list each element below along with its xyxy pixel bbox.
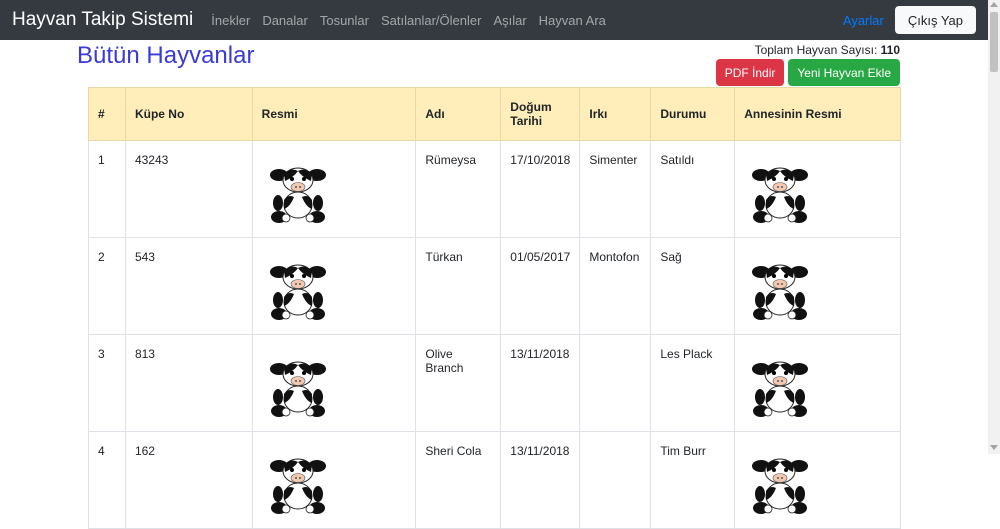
cell-birth-date: 01/05/2017 [500, 237, 581, 335]
col-header-photo: Resmi [251, 87, 417, 141]
pdf-download-button[interactable]: PDF İndir [715, 59, 785, 86]
table-row[interactable]: 1 43243 Rümeysa 17/10/2018 Simenter Satı… [88, 140, 901, 238]
cell-number: 1 [88, 140, 126, 238]
cell-breed [579, 334, 652, 432]
total-animal-count: Toplam Hayvan Sayısı: 110 [755, 43, 900, 57]
table-row[interactable]: 2 543 Türkan 01/05/2017 Montofon Sağ [88, 237, 901, 335]
total-value: 110 [880, 43, 900, 57]
cell-number: 4 [88, 431, 126, 529]
col-header-number: # [88, 87, 126, 141]
table-row[interactable]: 3 813 Olive Branch 13/11/2018 Les Plack [88, 334, 901, 432]
cow-image-icon[interactable] [268, 361, 328, 419]
cell-tag-no: 43243 [124, 140, 253, 238]
cell-status: Les Plack [650, 334, 736, 432]
mother-cow-image-icon[interactable] [750, 361, 810, 419]
cow-image-icon[interactable] [268, 167, 328, 225]
logout-button[interactable]: Çıkış Yap [894, 6, 976, 34]
cell-breed: Simenter [579, 140, 652, 238]
cell-name: Sheri Cola [415, 431, 502, 529]
action-buttons: PDF İndir Yeni Hayvan Ekle [715, 59, 900, 86]
cell-birth-date: 13/11/2018 [500, 334, 581, 432]
col-header-birth-date: Doğum Tarihi [500, 87, 581, 141]
cell-tag-no: 813 [124, 334, 253, 432]
scroll-down-arrow-icon[interactable] [990, 445, 998, 450]
nav-link-tosunlar[interactable]: Tosunlar [320, 13, 369, 28]
nav-link-asilar[interactable]: Aşılar [493, 13, 526, 28]
settings-link[interactable]: Ayarlar [843, 13, 884, 28]
col-header-status: Durumu [650, 87, 736, 141]
cell-photo [251, 334, 417, 432]
brand-logo[interactable]: Hayvan Takip Sistemi [12, 9, 193, 31]
cell-name: Olive Branch [415, 334, 502, 432]
cell-name: Rümeysa [415, 140, 502, 238]
nav-link-satilanlar-olenler[interactable]: Satılanlar/Ölenler [381, 13, 481, 28]
page-title: Bütün Hayvanlar [77, 42, 255, 69]
cell-mother-photo [734, 237, 901, 335]
col-header-tag-no: Küpe No [124, 87, 253, 141]
cell-breed [579, 431, 652, 529]
table-header-row: # Küpe No Resmi Adı Doğum Tarihi Irkı Du… [88, 87, 901, 141]
nav-links: İnekler Danalar Tosunlar Satılanlar/Ölen… [211, 13, 618, 28]
mother-cow-image-icon[interactable] [750, 264, 810, 322]
cell-tag-no: 543 [124, 237, 253, 335]
cow-image-icon[interactable] [268, 458, 328, 516]
cell-birth-date: 13/11/2018 [500, 431, 581, 529]
cell-breed: Montofon [579, 237, 652, 335]
cell-status: Sağ [650, 237, 736, 335]
cell-name: Türkan [415, 237, 502, 335]
top-navbar: Hayvan Takip Sistemi İnekler Danalar Tos… [0, 0, 988, 40]
cell-mother-photo [734, 431, 901, 529]
total-label: Toplam Hayvan Sayısı: [754, 43, 878, 57]
scroll-up-arrow-icon[interactable] [990, 2, 998, 7]
cell-photo [251, 431, 417, 529]
nav-right: Ayarlar Çıkış Yap [843, 6, 988, 34]
nav-link-danalar[interactable]: Danalar [262, 13, 308, 28]
animals-table: # Küpe No Resmi Adı Doğum Tarihi Irkı Du… [88, 87, 901, 529]
nav-link-inekler[interactable]: İnekler [211, 13, 250, 28]
col-header-mother-photo: Annesinin Resmi [734, 87, 901, 141]
cell-status: Tim Burr [650, 431, 736, 529]
cow-image-icon[interactable] [268, 264, 328, 322]
cell-mother-photo [734, 140, 901, 238]
cell-tag-no: 162 [124, 431, 253, 529]
cell-photo [251, 140, 417, 238]
cell-number: 2 [88, 237, 126, 335]
add-animal-button[interactable]: Yeni Hayvan Ekle [788, 59, 900, 86]
mother-cow-image-icon[interactable] [750, 167, 810, 225]
scrollbar-thumb[interactable] [990, 12, 998, 72]
cell-photo [251, 237, 417, 335]
mother-cow-image-icon[interactable] [750, 458, 810, 516]
col-header-name: Adı [415, 87, 502, 141]
table-row[interactable]: 4 162 Sheri Cola 13/11/2018 Tim Burr [88, 431, 901, 529]
cell-mother-photo [734, 334, 901, 432]
nav-link-hayvan-ara[interactable]: Hayvan Ara [539, 13, 606, 28]
cell-birth-date: 17/10/2018 [500, 140, 581, 238]
col-header-breed: Irkı [579, 87, 652, 141]
cell-status: Satıldı [650, 140, 736, 238]
cell-number: 3 [88, 334, 126, 432]
